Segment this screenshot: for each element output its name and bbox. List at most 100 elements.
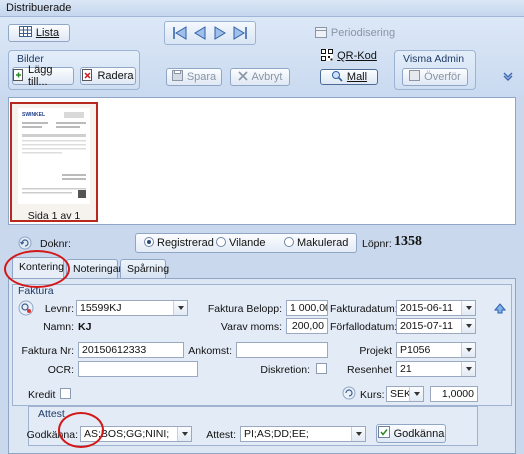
- window-title: Distribuerade: [0, 0, 524, 17]
- levnr-dropdown-icon[interactable]: [173, 301, 187, 315]
- lopnr-value: 1358: [394, 234, 422, 249]
- levnr-label: Levnr:: [44, 303, 74, 315]
- spara-label: Spara: [186, 71, 217, 83]
- projekt-label: Projekt: [359, 345, 392, 357]
- attest-value: PI;AS;DD;EE;: [244, 428, 309, 440]
- transfer-icon: [409, 70, 421, 84]
- ocr-field[interactable]: [78, 361, 198, 377]
- ocr-label: OCR:: [47, 364, 74, 376]
- diskretion-checkbox[interactable]: [316, 363, 327, 374]
- supplier-lookup-icon[interactable]: [18, 300, 34, 319]
- tab-noteringar[interactable]: Noteringar: [66, 259, 122, 279]
- faktura-nr-field[interactable]: 20150612333: [78, 342, 184, 358]
- invoice-thumbnail[interactable]: SWINKEL: [10, 102, 98, 222]
- lista-button[interactable]: Lista: [8, 24, 70, 42]
- next-page-icon[interactable]: [213, 25, 227, 41]
- delete-image-icon: [82, 68, 93, 84]
- qr-code-icon: [321, 48, 334, 64]
- previous-page-icon[interactable]: [193, 25, 207, 41]
- radio-vilande-label: Vilande: [229, 237, 266, 249]
- add-image-icon: [13, 68, 24, 84]
- fakturadatum-label: Fakturadatum:: [330, 303, 398, 315]
- currency-combo[interactable]: SEK: [386, 386, 424, 402]
- godkanna-dropdown-icon[interactable]: [177, 427, 191, 441]
- lagg-till-label: Lägg till...: [28, 64, 53, 88]
- status-radio-group: Registrerad Vilande Makulerad: [135, 233, 357, 253]
- kurs-label: Kurs:: [360, 389, 385, 401]
- periodisering-label: Periodisering: [330, 27, 396, 39]
- kredit-label: Kredit: [28, 389, 56, 401]
- resenhet-combo[interactable]: 21: [396, 361, 476, 377]
- first-page-icon[interactable]: [172, 25, 188, 41]
- fakturadatum-dropdown-icon[interactable]: [461, 301, 475, 315]
- resenhet-dropdown-icon[interactable]: [461, 362, 475, 376]
- levnr-combo[interactable]: 15599KJ: [76, 300, 188, 316]
- namn-label: Namn:: [43, 321, 74, 333]
- spara-button[interactable]: Spara: [166, 68, 222, 86]
- kurs-field[interactable]: 1,0000: [430, 386, 478, 402]
- radio-vilande[interactable]: Vilande: [216, 237, 266, 249]
- attest-combo[interactable]: PI;AS;DD;EE;: [240, 426, 366, 442]
- projekt-value: P1056: [400, 344, 431, 356]
- tab-sparning-label: Spårning: [127, 263, 170, 275]
- varav-moms-label: Varav moms:: [220, 321, 282, 333]
- currency-dropdown-icon[interactable]: [409, 387, 423, 401]
- last-page-icon[interactable]: [232, 25, 248, 41]
- overfor-button[interactable]: Överför: [402, 68, 468, 86]
- page-navigation: [164, 21, 256, 45]
- projekt-dropdown-icon[interactable]: [461, 343, 475, 357]
- mall-button[interactable]: Mall: [320, 69, 378, 85]
- radera-button[interactable]: Radera: [80, 67, 136, 85]
- projekt-combo[interactable]: P1056: [396, 342, 476, 358]
- avbryt-button[interactable]: Avbryt: [230, 68, 290, 86]
- fakturadatum-picker[interactable]: 2015-06-11: [396, 300, 476, 316]
- attest-dropdown-icon[interactable]: [351, 427, 365, 441]
- periodisering-button[interactable]: Periodisering: [314, 24, 395, 42]
- qr-kod-button[interactable]: QR-Kod: [320, 47, 378, 65]
- lopnr-label: Löpnr:: [362, 238, 392, 250]
- radio-registrerad[interactable]: Registrerad: [144, 237, 214, 249]
- faktura-belopp-field[interactable]: 1 000,00: [286, 300, 328, 316]
- lista-label: Lista: [35, 27, 60, 39]
- levnr-value: 15599KJ: [80, 302, 122, 314]
- radio-makulerad-label: Makulerad: [297, 237, 349, 249]
- thumbnail-brand: SWINKEL: [22, 112, 45, 118]
- forfallodatum-label: Förfallodatum:: [330, 321, 398, 333]
- fakturadatum-value: 2015-06-11: [400, 302, 453, 314]
- radio-makulerad[interactable]: Makulerad: [284, 237, 348, 249]
- ankomst-label: Ankomst:: [188, 345, 232, 357]
- godkanna-button-label: Godkänna: [393, 427, 445, 440]
- ankomst-field[interactable]: [236, 342, 328, 358]
- namn-value: KJ: [78, 321, 92, 333]
- annotation-ring-kontering-tab: [4, 250, 70, 288]
- kredit-checkbox[interactable]: [60, 388, 71, 399]
- grid-icon: [18, 26, 32, 40]
- resenhet-label: Resenhet: [347, 364, 392, 376]
- tab-noteringar-label: Noteringar: [73, 263, 123, 275]
- diskretion-label: Diskretion:: [260, 364, 310, 376]
- tab-sparning[interactable]: Spårning: [120, 259, 170, 279]
- radio-registrerad-label: Registrerad: [157, 237, 214, 249]
- lagg-till-button[interactable]: Lägg till...: [12, 64, 74, 88]
- visma-admin-group-label: Visma Admin: [403, 53, 465, 65]
- godkanna-button[interactable]: Godkänna: [376, 424, 446, 443]
- avbryt-label: Avbryt: [251, 71, 283, 83]
- mall-label: Mall: [346, 71, 368, 83]
- forfallodatum-dropdown-icon[interactable]: [461, 319, 475, 333]
- radera-label: Radera: [97, 70, 134, 82]
- calendar-icon: [314, 26, 327, 41]
- overfor-label: Överför: [424, 71, 461, 83]
- forfallodatum-value: 2015-07-11: [400, 320, 453, 332]
- collapse-up-icon[interactable]: [493, 302, 507, 317]
- qr-kod-label: QR-Kod: [337, 50, 377, 62]
- faktura-nr-label: Faktura Nr:: [21, 345, 74, 357]
- doknr-label: Doknr:: [40, 238, 71, 250]
- attest-section-label: Attest: [38, 408, 65, 420]
- resenhet-value: 21: [400, 363, 412, 375]
- exchange-rate-icon[interactable]: [342, 386, 356, 403]
- varav-moms-field[interactable]: 200,00: [286, 318, 328, 334]
- search-template-icon: [331, 70, 343, 85]
- forfallodatum-picker[interactable]: 2015-07-11: [396, 318, 476, 334]
- collapse-chevron-icon[interactable]: [502, 70, 514, 85]
- currency-value: SEK: [390, 388, 412, 400]
